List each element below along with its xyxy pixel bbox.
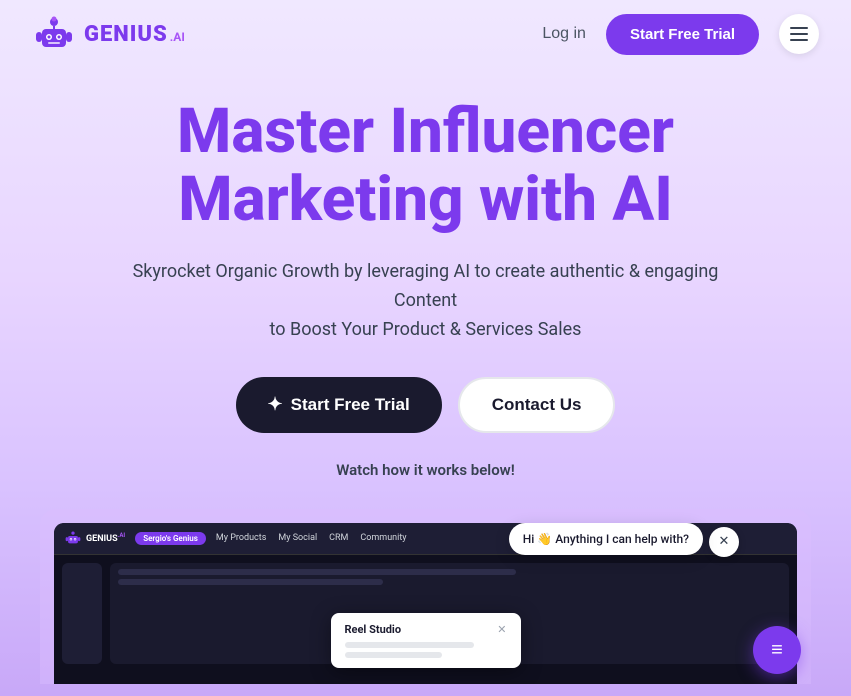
sergio-badge: Sergio's Genius [135,532,206,545]
nav-item-3: CRM [329,533,348,543]
hero-section: Master Influencer Marketing with AI Skyr… [0,68,851,499]
reel-card-title: Reel Studio [345,623,402,636]
sparkle-icon: ✦ [268,394,283,415]
screenshot-close-button[interactable]: ✕ [709,527,739,557]
login-button[interactable]: Log in [542,25,586,43]
watch-text: Watch how it works below! [20,461,831,479]
hero-title: Master Influencer Marketing with AI [20,98,831,234]
hamburger-icon [790,27,808,41]
hero-subtitle: Skyrocket Organic Growth by leveraging A… [66,258,786,344]
nav-item-2: My Social [278,533,317,543]
app-mini-logo-icon [64,529,82,547]
logo-sup: .AI [170,30,185,44]
reel-card-header: Reel Studio ✕ [345,623,507,636]
reel-close-button[interactable]: ✕ [497,623,506,636]
header: GENIUS .AI Log in Start Free Trial [0,0,851,68]
chat-button-icon: ≡ [771,637,783,662]
start-trial-label: Start Free Trial [291,395,410,415]
nav-item-4: Community [360,533,406,543]
logo-robot-icon [32,12,76,56]
app-logo-text: GENIUS.AI [86,532,125,544]
logo-text: GENIUS [84,22,168,47]
nav-item-1: My Products [216,533,266,543]
menu-button[interactable] [779,14,819,54]
screenshot-container: GENIUS.AI Sergio's Genius My Products My… [40,509,811,684]
chat-button[interactable]: ≡ [753,626,801,674]
reel-studio-card: Reel Studio ✕ [331,613,521,668]
logo[interactable]: GENIUS .AI [32,12,185,56]
hero-buttons: ✦ Start Free Trial Contact Us [20,377,831,433]
reel-card-content-2 [345,652,442,658]
header-trial-button[interactable]: Start Free Trial [606,14,759,55]
app-nav: My Products My Social CRM Community [216,533,407,543]
contact-us-button[interactable]: Contact Us [458,377,616,433]
sidebar-hint [62,563,102,665]
header-nav: Log in Start Free Trial [542,14,819,55]
start-trial-button[interactable]: ✦ Start Free Trial [236,377,442,433]
reel-card-content [345,642,475,648]
chat-bubble: Hi 👋 Anything I can help with? [509,523,703,555]
